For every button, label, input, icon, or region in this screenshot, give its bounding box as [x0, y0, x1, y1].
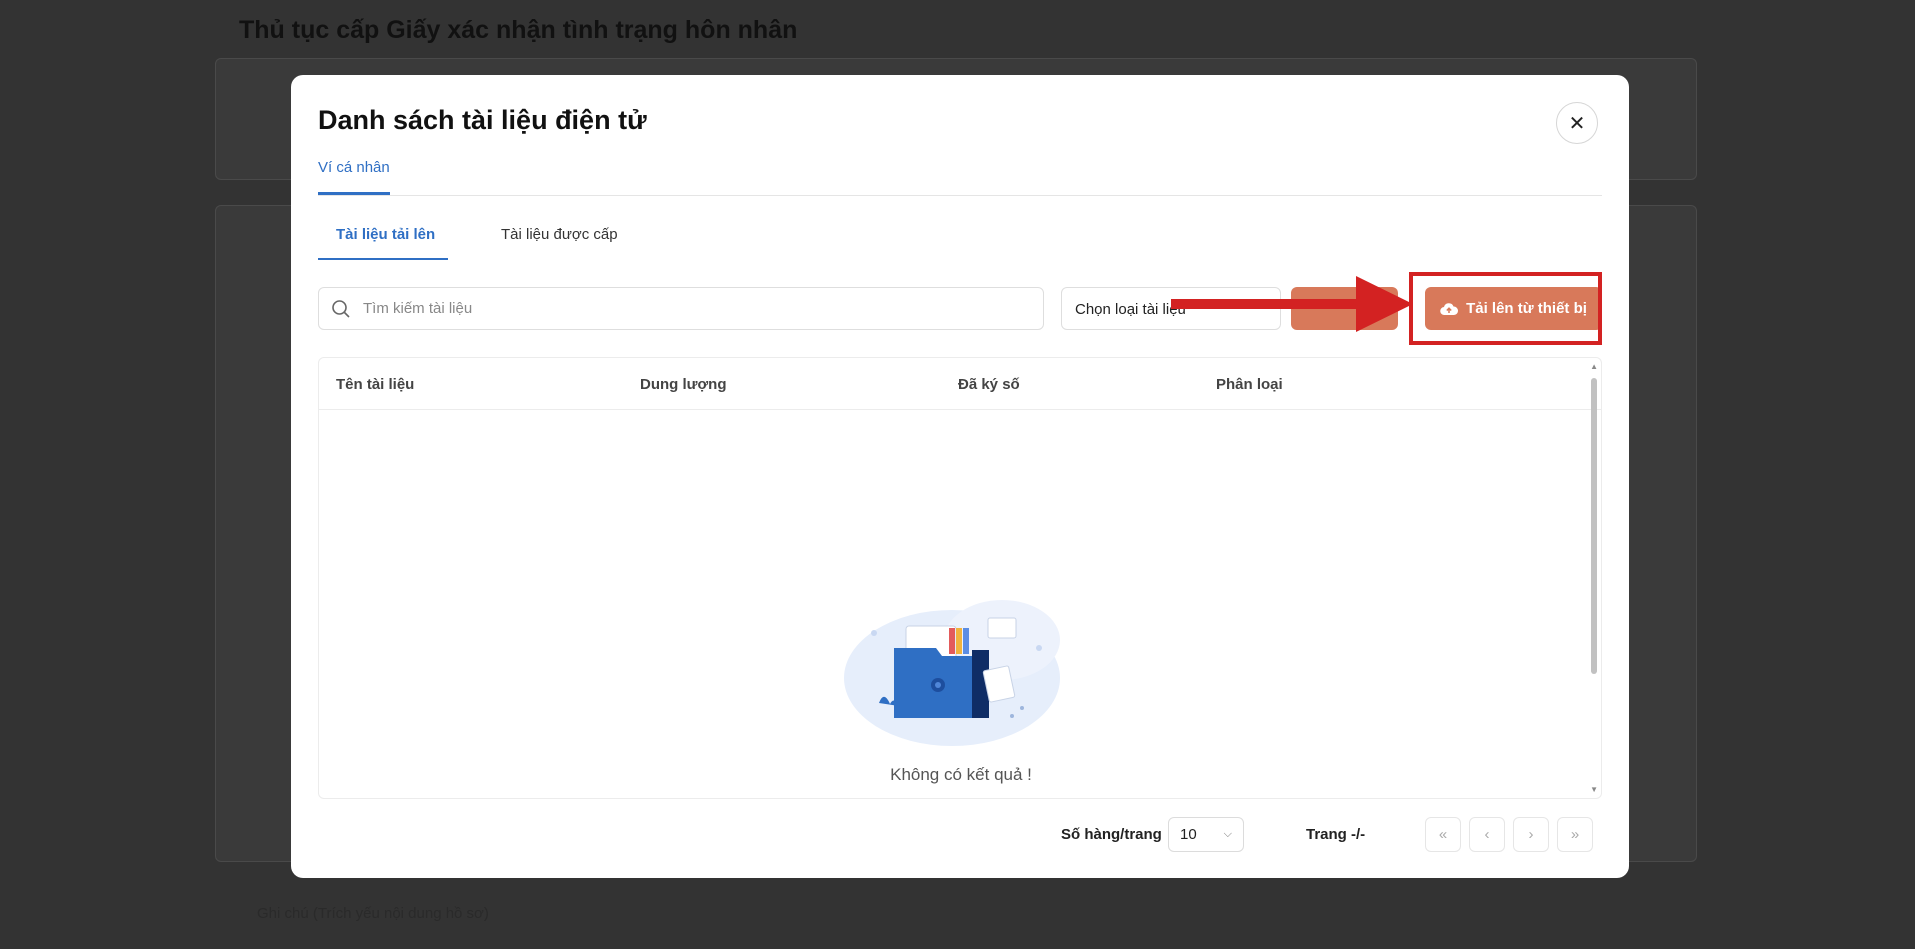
scroll-up-icon[interactable]: ▲: [1590, 362, 1598, 371]
column-header-size: Dung lượng: [640, 376, 727, 393]
annotation-highlight-box: [1409, 272, 1602, 345]
search-input[interactable]: [361, 299, 1025, 318]
rows-per-page-value: 10: [1180, 826, 1197, 843]
modal-title: Danh sách tài liệu điện tử: [318, 105, 647, 135]
chevron-down-icon: ⌵: [1223, 828, 1232, 840]
rows-per-page-label: Số hàng/trang: [1061, 826, 1162, 843]
double-chevron-left-icon: «: [1438, 826, 1448, 843]
tab-issued-documents[interactable]: Tài liệu được cấp: [501, 226, 618, 243]
scrollbar-thumb[interactable]: [1591, 378, 1597, 674]
close-button[interactable]: ✕: [1556, 102, 1598, 144]
table-header-divider: [319, 409, 1601, 410]
scroll-down-icon[interactable]: ▼: [1590, 785, 1598, 794]
search-icon: [332, 299, 350, 318]
rows-per-page-select[interactable]: 10 ⌵: [1168, 817, 1244, 852]
chevron-right-icon: ›: [1528, 826, 1534, 843]
search-box: [318, 287, 1044, 330]
documents-table: Tên tài liệu Dung lượng Đã ký số Phân lo…: [318, 357, 1602, 799]
page-indicator: Trang -/-: [1306, 826, 1366, 843]
document-list-modal: Danh sách tài liệu điện tử ✕ Ví cá nhân …: [291, 75, 1629, 878]
tab-uploaded-documents[interactable]: Tài liệu tải lên: [336, 226, 435, 243]
next-page-button[interactable]: ›: [1513, 817, 1549, 852]
empty-folder-illustration: [844, 600, 1060, 746]
scrollbar[interactable]: ▲ ▼: [1587, 358, 1601, 798]
column-header-signed: Đã ký số: [958, 376, 1020, 393]
column-header-name: Tên tài liệu: [336, 376, 415, 393]
first-page-button[interactable]: «: [1425, 817, 1461, 852]
double-chevron-right-icon: »: [1570, 826, 1580, 843]
last-page-button[interactable]: »: [1557, 817, 1593, 852]
annotation-arrow-icon: [1171, 276, 1413, 332]
page-title: Thủ tục cấp Giấy xác nhận tình trạng hôn…: [239, 16, 798, 44]
prev-page-button[interactable]: ‹: [1469, 817, 1505, 852]
chevron-left-icon: ‹: [1484, 826, 1490, 843]
close-icon: ✕: [1568, 112, 1586, 135]
column-header-category: Phân loại: [1216, 376, 1283, 393]
divider: [318, 195, 1602, 196]
note-label: Ghi chú (Trích yếu nội dung hồ sơ): [257, 905, 489, 922]
empty-state-text: Không có kết quả !: [890, 765, 1032, 784]
subtab-active-indicator: [318, 258, 448, 260]
tab-personal-wallet[interactable]: Ví cá nhân: [318, 159, 390, 176]
